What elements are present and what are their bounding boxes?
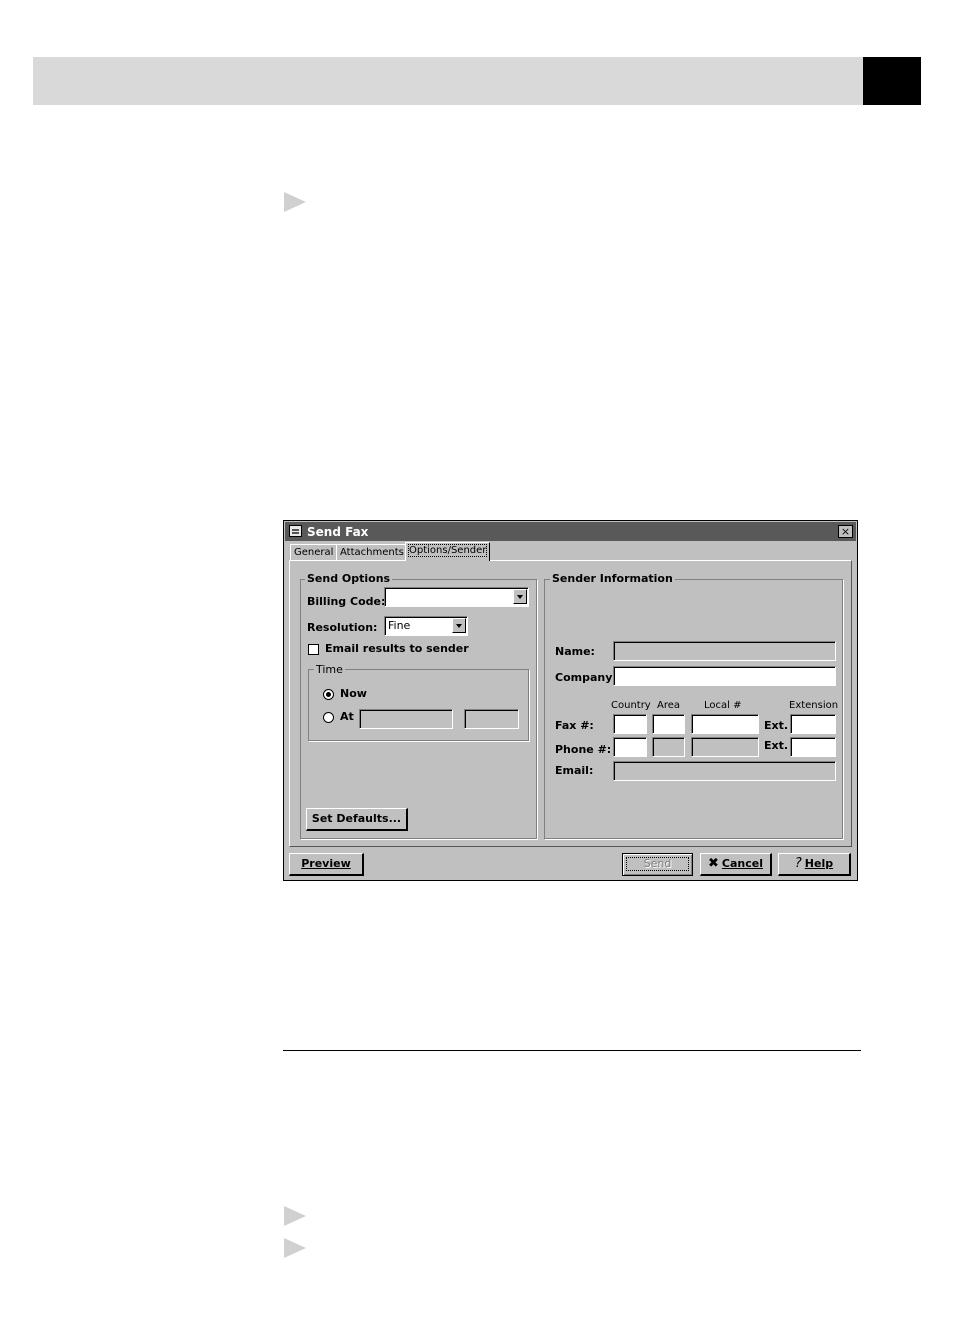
phone-number-label: Phone #: bbox=[555, 743, 612, 756]
email-results-checkbox[interactable] bbox=[308, 644, 319, 655]
tab-options-sender[interactable]: Options/Sender bbox=[405, 542, 491, 561]
email-field[interactable] bbox=[613, 761, 836, 781]
at-label: At bbox=[340, 710, 354, 723]
fax-ext-label: Ext. bbox=[764, 719, 789, 732]
preview-label: Preview bbox=[301, 857, 351, 870]
billing-code-combo[interactable] bbox=[384, 587, 529, 607]
fax-local-field[interactable] bbox=[691, 714, 759, 734]
send-options-label: Send Options bbox=[305, 572, 393, 585]
phone-area-field[interactable] bbox=[652, 737, 685, 757]
tab-general-label: General bbox=[294, 547, 334, 558]
tab-general[interactable]: General bbox=[290, 544, 338, 560]
time-group bbox=[308, 669, 529, 741]
billing-code-label: Billing Code: bbox=[307, 595, 386, 608]
fax-country-field[interactable] bbox=[613, 714, 647, 734]
local-column-label: Local # bbox=[704, 700, 742, 711]
fax-number-label: Fax #: bbox=[555, 719, 594, 732]
preview-button[interactable]: Preview bbox=[289, 853, 364, 876]
now-label: Now bbox=[340, 687, 367, 700]
fax-area-field[interactable] bbox=[652, 714, 685, 734]
horizontal-rule bbox=[283, 1050, 861, 1051]
resolution-value: Fine bbox=[388, 619, 411, 632]
cancel-x-icon: ✖ bbox=[708, 856, 719, 871]
title-bar: Send Fax × bbox=[285, 522, 856, 541]
phone-local-field[interactable] bbox=[691, 737, 759, 757]
at-date-field[interactable] bbox=[359, 709, 453, 729]
cancel-label: Cancel bbox=[721, 857, 763, 870]
send-button[interactable]: Send bbox=[622, 853, 693, 876]
set-defaults-label: Set Defaults... bbox=[311, 812, 402, 825]
phone-ext-label: Ext. bbox=[764, 739, 789, 752]
cancel-button[interactable]: ✖ Cancel bbox=[700, 853, 772, 876]
help-question-icon: ? bbox=[794, 856, 802, 871]
fax-icon bbox=[289, 525, 302, 537]
at-time-field[interactable] bbox=[464, 709, 519, 729]
tab-attachments[interactable]: Attachments bbox=[336, 544, 408, 560]
close-button[interactable]: × bbox=[838, 525, 853, 538]
email-results-label: Email results to sender bbox=[325, 642, 469, 655]
bullet-arrow-icon bbox=[284, 1206, 306, 1226]
resolution-combo[interactable]: Fine bbox=[384, 616, 468, 636]
extension-column-label: Extension bbox=[789, 700, 839, 711]
name-field[interactable] bbox=[613, 641, 836, 661]
page-header-band bbox=[33, 57, 863, 105]
help-label: Help bbox=[804, 857, 834, 870]
tab-attachments-label: Attachments bbox=[340, 547, 404, 558]
phone-country-field[interactable] bbox=[613, 737, 647, 757]
resolution-label: Resolution: bbox=[307, 621, 378, 634]
sender-information-label: Sender Information bbox=[550, 572, 675, 585]
bullet-arrow-icon bbox=[284, 192, 306, 212]
send-fax-dialog: Send Fax × General Attachments Options/S… bbox=[283, 520, 858, 881]
help-button[interactable]: ? Help bbox=[778, 853, 851, 876]
chevron-down-icon[interactable] bbox=[452, 618, 466, 633]
company-label: Company: bbox=[555, 671, 617, 684]
chevron-down-icon[interactable] bbox=[513, 589, 527, 604]
fax-extension-field[interactable] bbox=[790, 714, 836, 734]
area-column-label: Area bbox=[657, 700, 681, 711]
name-label: Name: bbox=[555, 645, 595, 658]
now-radio[interactable] bbox=[323, 689, 334, 700]
bullet-arrow-icon bbox=[284, 1238, 306, 1258]
country-column-label: Country bbox=[611, 700, 651, 711]
tab-options-sender-label: Options/Sender bbox=[407, 544, 488, 557]
company-field[interactable] bbox=[613, 666, 836, 686]
page-header-tab bbox=[863, 57, 921, 105]
time-group-label: Time bbox=[314, 663, 345, 676]
email-label: Email: bbox=[555, 764, 594, 777]
set-defaults-button[interactable]: Set Defaults... bbox=[306, 808, 408, 831]
send-label: Send bbox=[623, 854, 692, 874]
dialog-title: Send Fax bbox=[307, 525, 369, 539]
at-radio[interactable] bbox=[323, 712, 334, 723]
phone-extension-field[interactable] bbox=[790, 737, 836, 757]
